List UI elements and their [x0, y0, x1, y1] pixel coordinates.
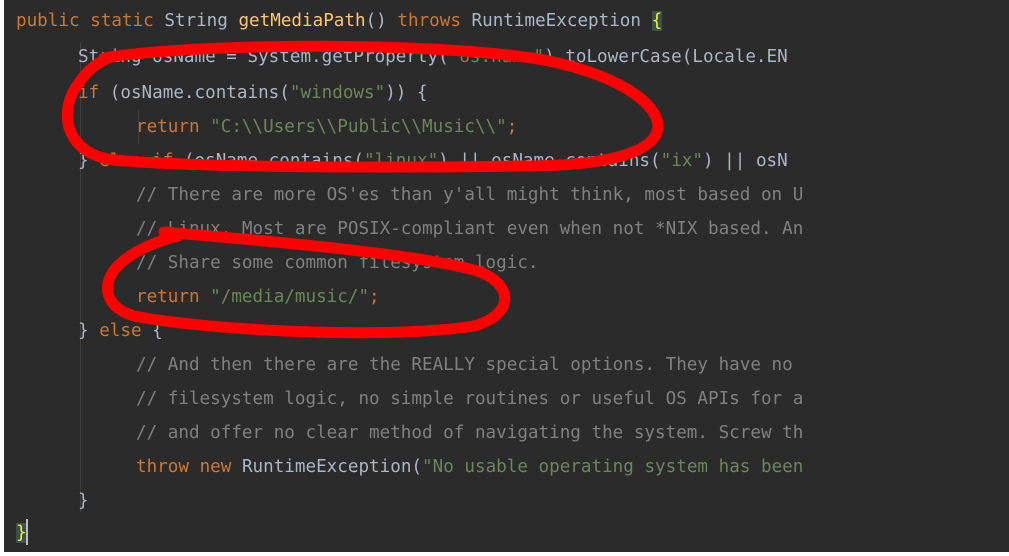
code-editor[interactable]: public static String getMediaPath() thro… [4, 0, 1009, 552]
annotation-layer [61, 40, 664, 339]
red-annotation-ellipse-top [61, 40, 664, 173]
red-annotation-ellipse-bottom [102, 226, 511, 339]
